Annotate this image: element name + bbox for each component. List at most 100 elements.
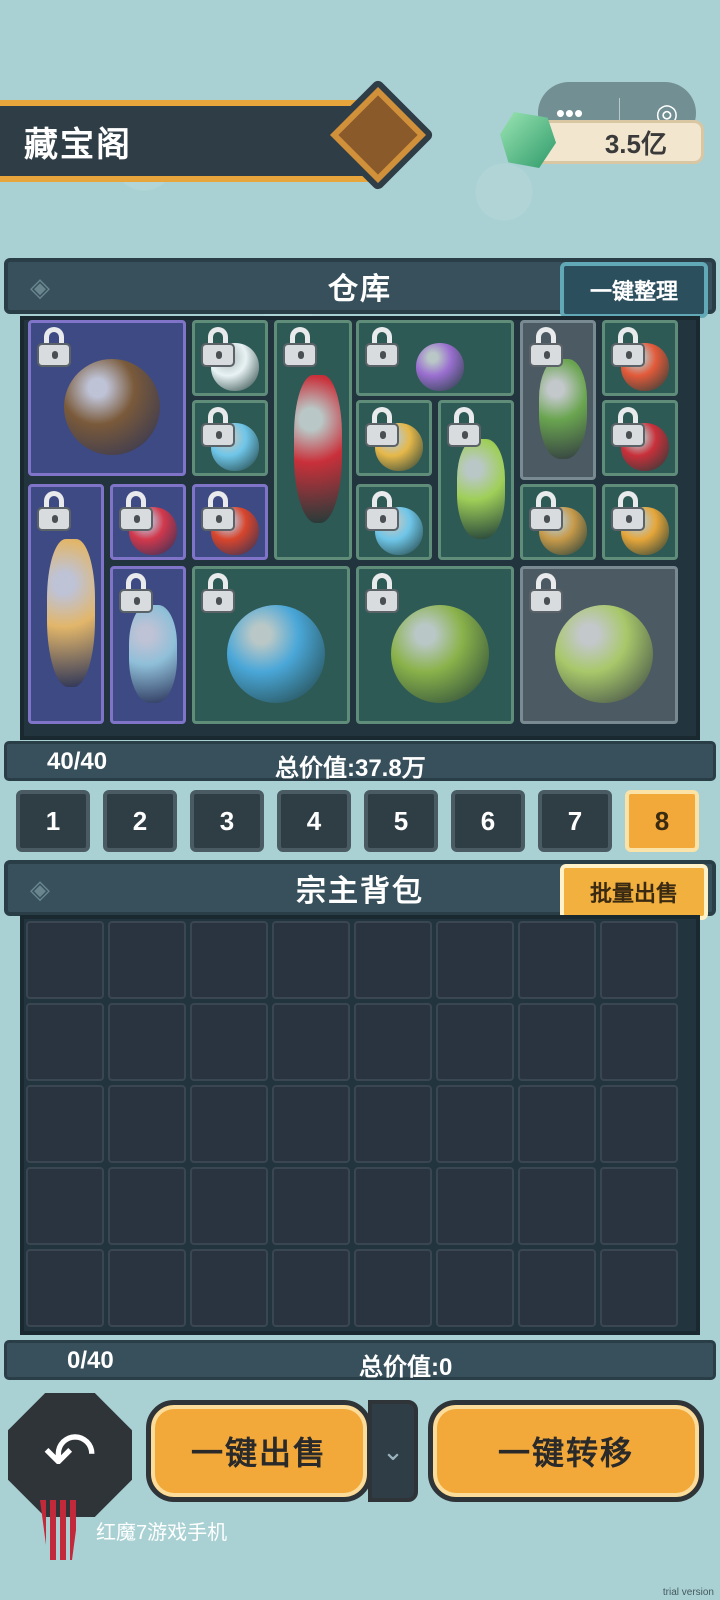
bag-slot[interactable] <box>272 1003 350 1081</box>
bag-slot[interactable] <box>190 1249 268 1327</box>
bag-slot[interactable] <box>26 1167 104 1245</box>
chevron-down-icon: ⌄ <box>382 1435 404 1466</box>
blue-gourd-item[interactable] <box>192 566 350 724</box>
amber-pearl-item[interactable] <box>602 484 678 560</box>
bag-slot[interactable] <box>272 1167 350 1245</box>
trial-version-label: trial version <box>662 1587 714 1598</box>
warehouse-count: 40/40 <box>47 748 108 775</box>
tab-5[interactable]: 5 <box>364 790 438 852</box>
tab-7[interactable]: 7 <box>538 790 612 852</box>
bag-slot[interactable] <box>436 1167 514 1245</box>
bag-slot[interactable] <box>518 1003 596 1081</box>
lock-icon <box>365 407 399 447</box>
lock-icon <box>119 573 153 613</box>
sell-options-dropdown[interactable]: ⌄ <box>368 1400 418 1502</box>
ginseng-on-leaf-item[interactable] <box>356 566 514 724</box>
bag-slot[interactable] <box>26 1249 104 1327</box>
bag-slot[interactable] <box>600 1003 678 1081</box>
warehouse-total-value: 总价值:37.8万 <box>275 755 426 782</box>
tab-4[interactable]: 4 <box>277 790 351 852</box>
bag-slot[interactable] <box>600 1085 678 1163</box>
red-orb-on-stand-item[interactable] <box>192 484 268 560</box>
title-banner: 藏宝阁 <box>0 100 380 182</box>
bag-slot[interactable] <box>354 1085 432 1163</box>
lock-icon <box>119 491 153 531</box>
bag-slot[interactable] <box>518 1085 596 1163</box>
bag-slot[interactable] <box>436 1249 514 1327</box>
dark-pills-on-paper-item[interactable] <box>28 320 186 476</box>
lock-icon <box>365 491 399 531</box>
bag-slot[interactable] <box>600 1167 678 1245</box>
bag-slot[interactable] <box>108 1085 186 1163</box>
bag-slot[interactable] <box>190 921 268 999</box>
warehouse-header: ◈ 仓库 一键整理 <box>4 258 716 318</box>
golden-ball-on-stand-item[interactable] <box>520 484 596 560</box>
lock-icon <box>611 407 645 447</box>
bag-slot[interactable] <box>272 1249 350 1327</box>
lock-icon <box>37 327 71 367</box>
bag-slot[interactable] <box>190 1003 268 1081</box>
bag-slot[interactable] <box>436 1003 514 1081</box>
bag-slot[interactable] <box>354 1249 432 1327</box>
bag-slot[interactable] <box>26 921 104 999</box>
bag-slot[interactable] <box>354 921 432 999</box>
tab-2[interactable]: 2 <box>103 790 177 852</box>
auto-sort-button[interactable]: 一键整理 <box>560 262 708 318</box>
bag-slot[interactable] <box>272 921 350 999</box>
bag-slot[interactable] <box>600 921 678 999</box>
bag-slot[interactable] <box>108 921 186 999</box>
bag-count: 0/40 <box>67 1347 114 1374</box>
lock-icon <box>529 327 563 367</box>
batch-sell-button[interactable]: 批量出售 <box>560 864 708 920</box>
bag-slot[interactable] <box>108 1003 186 1081</box>
purple-lily-item[interactable] <box>356 320 514 396</box>
mandrake-root-item-art <box>47 538 95 688</box>
sell-all-button[interactable]: 一键出售 <box>146 1400 372 1502</box>
lock-icon <box>365 573 399 613</box>
bag-slot[interactable] <box>190 1167 268 1245</box>
dark-pills-on-paper-item-art <box>63 358 161 456</box>
bag-slot[interactable] <box>108 1249 186 1327</box>
bag-slot[interactable] <box>272 1085 350 1163</box>
green-vine-item[interactable] <box>520 320 596 480</box>
red-maple-leaf-item[interactable] <box>602 400 678 476</box>
warehouse-stats: 40/40 总价值:37.8万 <box>4 741 716 782</box>
red-fruit-item[interactable] <box>602 320 678 396</box>
bag-slot[interactable] <box>26 1003 104 1081</box>
mandrake-root-item[interactable] <box>28 484 104 724</box>
bag-slot[interactable] <box>354 1167 432 1245</box>
bag-slot[interactable] <box>518 1249 596 1327</box>
blue-coral-branch-item[interactable] <box>110 566 186 724</box>
bag-slot[interactable] <box>518 921 596 999</box>
device-watermark: 红魔7游戏手机 <box>40 1500 227 1560</box>
transfer-all-button[interactable]: 一键转移 <box>428 1400 704 1502</box>
blue-orb-item[interactable] <box>356 484 432 560</box>
lock-icon <box>447 407 481 447</box>
lock-icon <box>529 573 563 613</box>
bag-title: 宗主背包 <box>296 875 424 908</box>
bag-slot[interactable] <box>436 1085 514 1163</box>
ginseng-on-leaf-item-art <box>391 605 489 703</box>
red-chili-leaf-item[interactable] <box>274 320 352 560</box>
diamond-ornament-icon: ◈ <box>30 874 50 904</box>
bag-slot[interactable] <box>518 1167 596 1245</box>
bag-slot[interactable] <box>108 1167 186 1245</box>
bag-slot[interactable] <box>26 1085 104 1163</box>
bamboo-milk-item[interactable] <box>520 566 678 724</box>
transfer-all-label: 一键转移 <box>497 1435 634 1471</box>
bag-slot[interactable] <box>600 1249 678 1327</box>
tab-3[interactable]: 3 <box>190 790 264 852</box>
yellow-mushroom-item[interactable] <box>356 400 432 476</box>
bag-slot[interactable] <box>354 1003 432 1081</box>
yellow-herb-stem-item[interactable] <box>438 400 514 560</box>
lock-icon <box>201 573 235 613</box>
bag-slot[interactable] <box>436 921 514 999</box>
raspberry-item[interactable] <box>110 484 186 560</box>
bag-slot[interactable] <box>190 1085 268 1163</box>
ice-leaf-item[interactable] <box>192 400 268 476</box>
tab-1[interactable]: 1 <box>16 790 90 852</box>
lock-icon <box>201 491 235 531</box>
tab-8[interactable]: 8 <box>625 790 699 852</box>
tab-6[interactable]: 6 <box>451 790 525 852</box>
white-flower-item[interactable] <box>192 320 268 396</box>
